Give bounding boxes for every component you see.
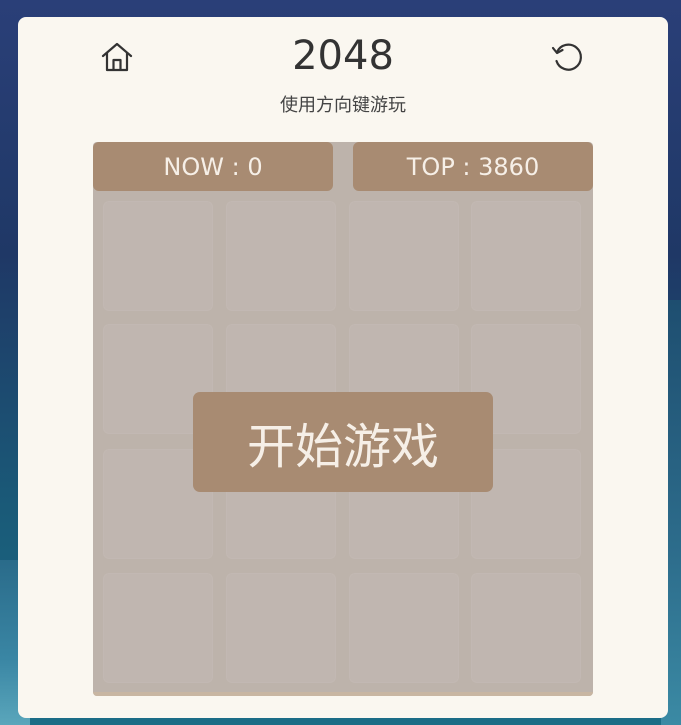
board-cell: [349, 201, 459, 311]
game-board: NOW : 0 TOP : 3860 开始游戏: [93, 142, 593, 696]
restart-button[interactable]: [550, 39, 586, 75]
board-cell: [471, 201, 581, 311]
game-card: 2048 使用方向键游玩 NOW : 0 TOP : 3860 开始游戏: [18, 17, 668, 718]
board-cell: [349, 573, 459, 683]
instructions-text: 使用方向键游玩: [280, 95, 406, 116]
start-game-button[interactable]: 开始游戏: [193, 392, 493, 492]
board-cell: [103, 573, 213, 683]
board-cell: [226, 573, 336, 683]
best-score: TOP : 3860: [353, 142, 593, 191]
board-cell: [471, 573, 581, 683]
board-bottom-edge: [93, 692, 593, 696]
current-score: NOW : 0: [93, 142, 333, 191]
board-cell: [103, 201, 213, 311]
board-cell: [226, 201, 336, 311]
restart-icon: [551, 43, 582, 71]
